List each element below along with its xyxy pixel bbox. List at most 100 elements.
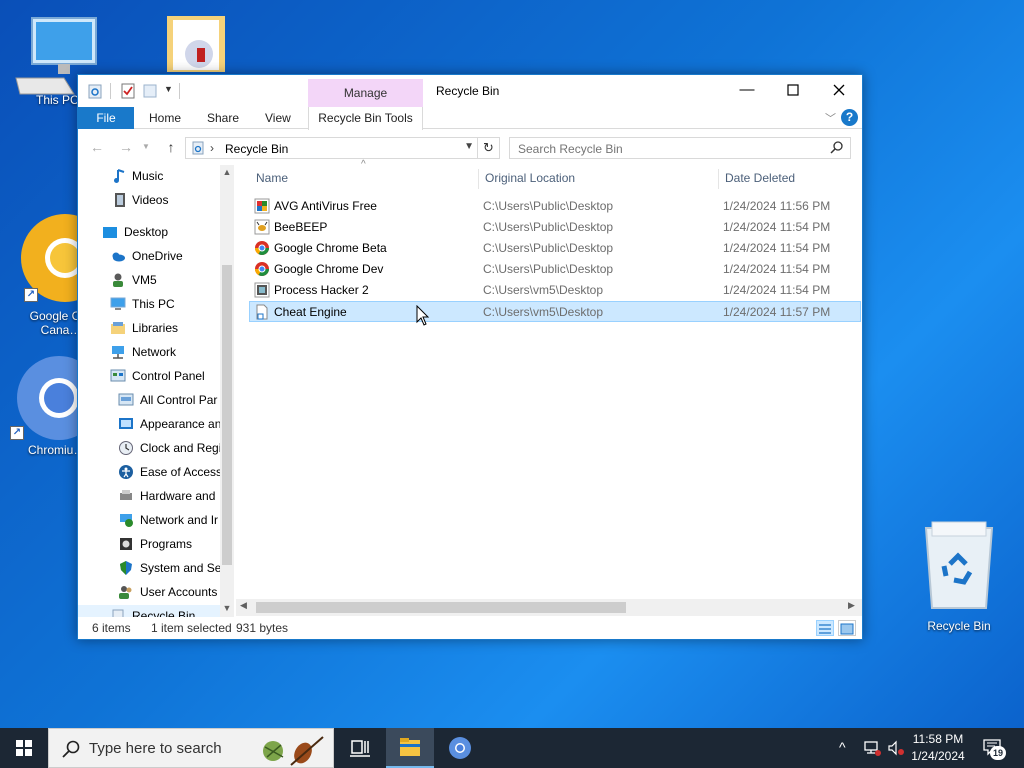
item-count: 6 items	[92, 621, 131, 635]
all-control-panel-icon	[118, 393, 134, 406]
taskbar: Type here to search ^ 11:58 PM 1/24/2024…	[0, 728, 1024, 768]
clock-date[interactable]: 1/24/2024	[906, 749, 970, 763]
sort-ascending-icon: ^	[361, 159, 366, 170]
table-row[interactable]: Google Chrome Dev C:\Users\Public\Deskto…	[250, 259, 862, 280]
scroll-left-icon[interactable]: ◀	[240, 600, 247, 611]
chromium-icon	[449, 737, 471, 759]
tab-share[interactable]: Share	[199, 107, 247, 129]
address-dropdown-icon[interactable]: ▼	[464, 141, 474, 152]
breadcrumb[interactable]: Recycle Bin	[225, 142, 288, 156]
desktop-folder-peek[interactable]	[165, 14, 227, 74]
scroll-right-icon[interactable]: ▶	[848, 600, 855, 611]
navigation-pane: Music Videos Desktop OneDrive VM5 This P…	[78, 165, 234, 617]
windows-logo-icon	[16, 740, 32, 756]
avg-icon	[254, 198, 270, 214]
status-bar: 6 items 1 item selected 931 bytes	[78, 617, 862, 639]
close-icon	[833, 84, 845, 96]
table-row[interactable]: AVG AntiVirus Free C:\Users\Public\Deskt…	[250, 196, 862, 217]
details-view-button[interactable]	[816, 620, 834, 636]
breadcrumb-chevron-icon[interactable]: ›	[210, 141, 214, 155]
taskbar-chromium[interactable]	[436, 728, 484, 768]
ease-of-access-icon	[119, 465, 133, 479]
taskbar-search-placeholder: Type here to search	[89, 740, 222, 757]
start-button[interactable]	[0, 728, 48, 768]
contextual-tab-manage: Manage	[308, 79, 423, 107]
table-row[interactable]: BeeBEEP C:\Users\Public\Desktop 1/24/202…	[250, 217, 862, 238]
forward-button[interactable]: →	[116, 138, 136, 156]
tab-view[interactable]: View	[257, 107, 299, 129]
refresh-button[interactable]: ↻	[478, 137, 500, 159]
shortcut-arrow-icon: ↗	[24, 288, 38, 302]
table-row[interactable]: Process Hacker 2 C:\Users\vm5\Desktop 1/…	[250, 280, 862, 301]
minimize-button[interactable]: —	[724, 75, 770, 105]
horizontal-scroll-thumb[interactable]	[256, 602, 626, 613]
ribbon-expand-icon[interactable]: ﹀	[825, 110, 836, 126]
up-button[interactable]: ↑	[161, 138, 181, 156]
volume-muted-icon[interactable]	[886, 738, 906, 758]
network-status-icon[interactable]	[862, 738, 882, 758]
close-button[interactable]	[816, 75, 862, 105]
large-icons-view-icon	[840, 623, 854, 635]
scroll-up-icon[interactable]: ▲	[222, 167, 232, 177]
tab-file[interactable]: File	[78, 107, 134, 129]
details-view-icon	[819, 624, 831, 634]
clock-time[interactable]: 11:58 PM	[906, 732, 970, 746]
taskbar-file-explorer[interactable]	[386, 728, 434, 768]
tab-home[interactable]: Home	[141, 107, 189, 129]
title-bar[interactable]: ▼ Manage Recycle Bin —	[78, 75, 862, 107]
videos-icon	[115, 193, 125, 207]
beebeep-icon	[254, 219, 270, 235]
table-row[interactable]: Google Chrome Beta C:\Users\Public\Deskt…	[250, 238, 862, 259]
task-view-icon	[350, 740, 370, 757]
qa-divider	[110, 83, 111, 99]
search-icon	[830, 141, 843, 154]
maximize-button[interactable]	[770, 75, 816, 105]
shortcut-file-icon	[256, 304, 268, 320]
mouse-cursor-icon	[416, 305, 430, 326]
new-folder-icon[interactable]	[142, 83, 158, 99]
qa-customize-icon[interactable]: ▼	[164, 84, 173, 94]
action-center-button[interactable]: 19	[980, 736, 1010, 762]
file-list: ^ Name Original Location Date Deleted AV…	[236, 159, 862, 599]
desktop-folder-icon	[103, 227, 117, 238]
desktop-icon-label: Recycle Bin	[927, 619, 991, 633]
nav-item-recycle-bin[interactable]: Recycle Bin	[78, 605, 220, 617]
properties-icon[interactable]	[120, 83, 136, 99]
column-divider[interactable]	[718, 169, 719, 189]
maximize-icon	[787, 84, 799, 96]
recycle-bin-icon	[112, 609, 124, 617]
desktop-icon-recycle-bin[interactable]: Recycle Bin	[914, 520, 1004, 633]
search-input[interactable]	[518, 141, 818, 156]
column-header-name[interactable]: Name	[256, 165, 288, 191]
shortcut-arrow-icon: ↗	[10, 426, 24, 440]
hardware-icon	[120, 490, 132, 500]
scroll-down-icon[interactable]: ▼	[222, 603, 232, 613]
selection-size: 931 bytes	[236, 621, 289, 635]
appearance-icon	[119, 418, 133, 429]
nav-scroll-thumb[interactable]	[222, 265, 232, 565]
column-divider[interactable]	[478, 169, 479, 189]
back-button[interactable]: ←	[87, 138, 107, 156]
task-view-button[interactable]	[336, 728, 384, 768]
refresh-icon: ↻	[483, 140, 494, 155]
network-icon	[112, 346, 124, 359]
large-icons-view-button[interactable]	[838, 620, 856, 636]
recent-locations-button[interactable]: ▼	[136, 138, 156, 156]
horizontal-scrollbar[interactable]: ◀ ▶	[236, 599, 862, 616]
show-hidden-icons-icon[interactable]: ^	[839, 739, 846, 755]
tab-recycle-bin-tools[interactable]: Recycle Bin Tools	[308, 107, 423, 130]
search-box[interactable]	[509, 137, 851, 159]
recycle-bin-small-icon	[88, 84, 102, 99]
table-row-selected[interactable]: Cheat Engine C:\Users\vm5\Desktop 1/24/2…	[249, 301, 861, 322]
column-header-date[interactable]: Date Deleted	[725, 165, 795, 191]
help-icon[interactable]: ?	[841, 109, 858, 126]
taskbar-search-box[interactable]: Type here to search	[48, 728, 334, 768]
chrome-dev-icon	[255, 262, 269, 276]
user-icon	[113, 273, 123, 287]
folder-icon	[167, 16, 225, 72]
qa-divider	[179, 83, 180, 99]
address-bar[interactable]: › Recycle Bin ▼	[185, 137, 478, 159]
column-header-location[interactable]: Original Location	[485, 165, 575, 191]
nav-pane-scrollbar[interactable]: ▲ ▼	[220, 165, 234, 617]
recycle-bin-small-icon	[192, 141, 204, 155]
